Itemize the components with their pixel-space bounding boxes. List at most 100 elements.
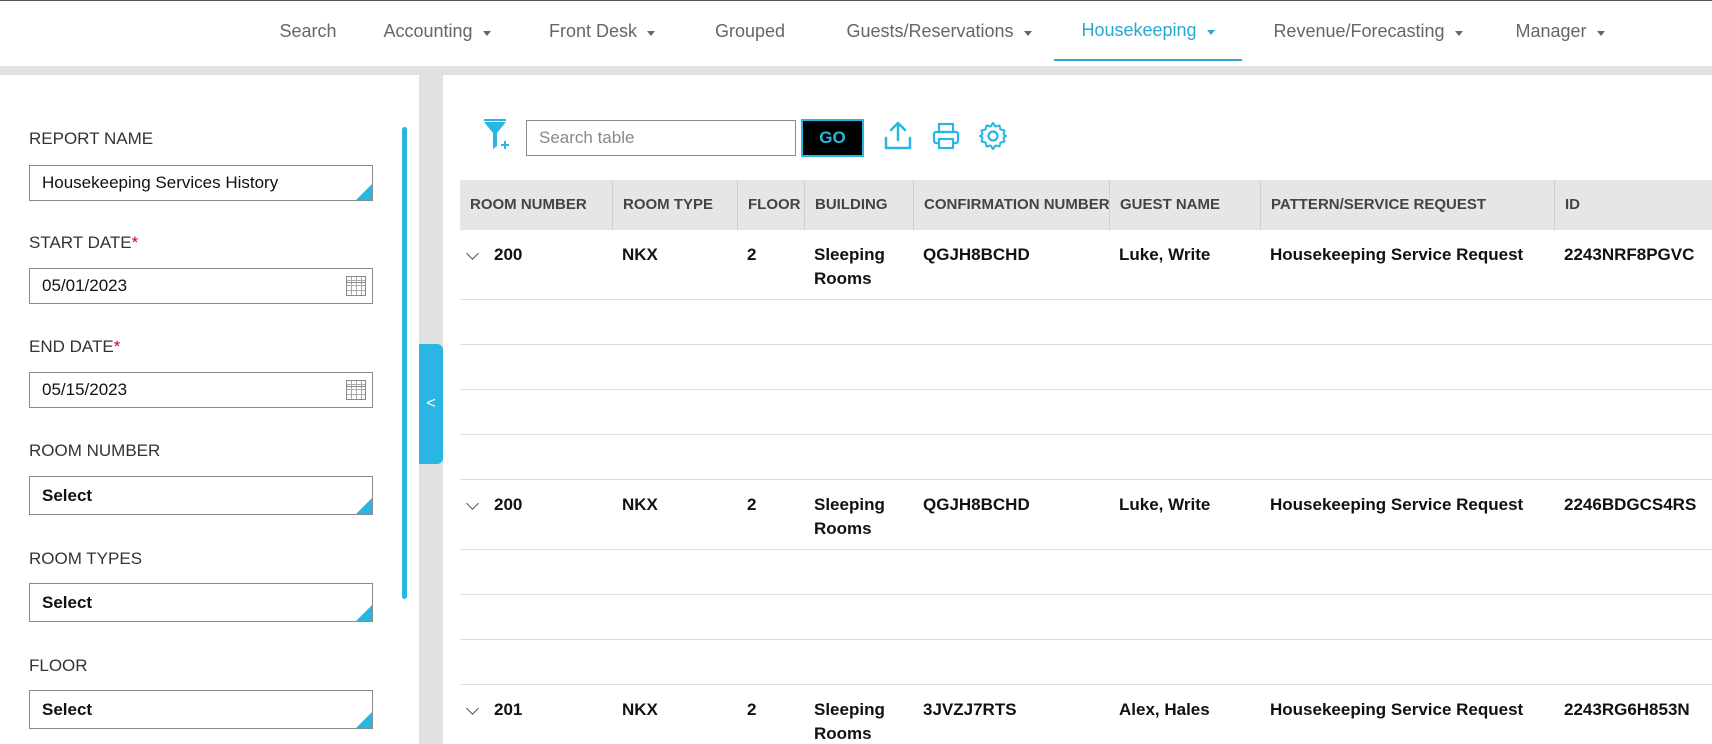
cell-room-type: NKX — [622, 700, 658, 719]
column-header-floor[interactable]: FLOOR — [737, 180, 804, 230]
cell-room-number: 200 — [494, 245, 523, 264]
cell-confirmation-number: 3JVZJ7RTS — [923, 700, 1017, 719]
dropdown-corner-icon — [356, 184, 372, 200]
cell-confirmation-number: QGJH8BCHD — [923, 495, 1030, 514]
table-header: ROOM NUMBER ROOM TYPE FLOOR BUILDING CON… — [460, 180, 1712, 230]
caret-down-icon — [1206, 29, 1215, 35]
nav-manager[interactable]: Manager — [1508, 1, 1612, 61]
report-name-label: REPORT NAME — [29, 129, 154, 148]
settings-gear-icon[interactable] — [978, 121, 1008, 151]
dropdown-corner-icon — [356, 498, 372, 514]
report-content: GO ROOM NUMBER ROOM TYPE FLOOR BUILDING … — [443, 75, 1712, 744]
cell-room-type: NKX — [622, 245, 658, 264]
nav-label: Search — [279, 21, 337, 41]
table-row[interactable]: 201 NKX 2 Sleeping Rooms 3JVZJ7RTS Alex,… — [460, 685, 1712, 744]
column-header-confirmation-number[interactable]: CONFIRMATION NUMBER — [913, 180, 1110, 230]
calendar-icon[interactable] — [346, 380, 366, 400]
empty-detail-row — [460, 345, 1712, 390]
nav-label: Front Desk — [548, 21, 638, 41]
nav-front-desk[interactable]: Front Desk — [544, 1, 660, 61]
caret-down-icon — [647, 30, 656, 36]
collapse-panel-button[interactable]: < — [419, 344, 443, 464]
start-date-label: START DATE* — [29, 233, 138, 253]
floor-label: FLOOR — [29, 656, 88, 675]
caret-down-icon — [1596, 30, 1605, 36]
cell-service-request: Housekeeping Service Request — [1270, 700, 1524, 719]
nav-housekeeping[interactable]: Housekeeping — [1054, 1, 1242, 61]
nav-label: Manager — [1515, 21, 1587, 41]
nav-label: Guests/Reservations — [846, 21, 1014, 41]
nav-label: Housekeeping — [1081, 20, 1197, 40]
end-date-label: END DATE* — [29, 337, 120, 357]
cell-room-number: 201 — [494, 700, 523, 719]
nav-accounting[interactable]: Accounting — [378, 1, 496, 61]
required-marker: * — [131, 233, 139, 252]
end-date-field[interactable]: 05/15/2023 — [29, 372, 373, 408]
column-header-pattern-service-request[interactable]: PATTERN/SERVICE REQUEST — [1260, 180, 1554, 230]
empty-detail-row — [460, 640, 1712, 685]
cell-room-type: NKX — [622, 495, 658, 514]
start-date-value: 05/01/2023 — [42, 276, 128, 295]
room-types-select[interactable]: Select — [29, 583, 373, 622]
column-header-room-number[interactable]: ROOM NUMBER — [460, 180, 612, 230]
cell-service-request: Housekeeping Service Request — [1270, 245, 1524, 264]
panel-scrollbar[interactable] — [402, 127, 407, 599]
caret-down-icon — [1454, 30, 1463, 36]
empty-detail-row — [460, 595, 1712, 640]
cell-room-number: 200 — [494, 495, 523, 514]
cell-service-request: Housekeeping Service Request — [1270, 495, 1524, 514]
column-header-room-type[interactable]: ROOM TYPE — [612, 180, 737, 230]
empty-detail-row — [460, 300, 1712, 345]
empty-detail-row — [460, 390, 1712, 435]
cell-guest-name: Luke, Write — [1119, 245, 1211, 264]
report-name-field[interactable]: Housekeeping Services History — [29, 165, 373, 201]
table-row[interactable]: 200 NKX 2 Sleeping Rooms QGJH8BCHD Luke,… — [460, 230, 1712, 300]
cell-id: 2243NRF8PGVC — [1564, 245, 1695, 264]
column-header-building[interactable]: BUILDING — [804, 180, 913, 230]
cell-id: 2246BDGCS4RS — [1564, 495, 1697, 514]
cell-guest-name: Alex, Hales — [1119, 700, 1210, 719]
expand-chevron-icon[interactable] — [466, 497, 479, 510]
nav-search[interactable]: Search — [268, 1, 348, 61]
table-toolbar: GO — [443, 75, 1712, 175]
cell-building: Sleeping Rooms — [814, 495, 885, 538]
empty-detail-row — [460, 435, 1712, 480]
cell-building: Sleeping Rooms — [814, 245, 885, 288]
filter-panel: REPORT NAME Housekeeping Services Histor… — [0, 75, 419, 744]
end-date-label-text: END DATE — [29, 337, 114, 356]
column-header-id[interactable]: ID — [1554, 180, 1712, 230]
dropdown-corner-icon — [356, 712, 372, 728]
room-types-value: Select — [42, 593, 93, 612]
report-table: ROOM NUMBER ROOM TYPE FLOOR BUILDING CON… — [460, 180, 1712, 744]
nav-divider — [0, 66, 1712, 75]
room-number-label: ROOM NUMBER — [29, 441, 161, 460]
cell-floor: 2 — [747, 495, 757, 514]
report-name-value: Housekeeping Services History — [42, 173, 279, 192]
cell-floor: 2 — [747, 245, 757, 264]
cell-guest-name: Luke, Write — [1119, 495, 1211, 514]
column-header-guest-name[interactable]: GUEST NAME — [1109, 180, 1260, 230]
expand-chevron-icon[interactable] — [466, 247, 479, 260]
start-date-field[interactable]: 05/01/2023 — [29, 268, 373, 304]
collapse-chevron-icon: < — [426, 395, 436, 412]
go-button[interactable]: GO — [801, 119, 864, 157]
expand-chevron-icon[interactable] — [466, 702, 479, 715]
nav-label: Accounting — [383, 21, 473, 41]
room-number-value: Select — [42, 486, 93, 505]
nav-grouped[interactable]: Grouped — [705, 1, 795, 61]
table-row[interactable]: 200 NKX 2 Sleeping Rooms QGJH8BCHD Luke,… — [460, 480, 1712, 550]
required-marker: * — [113, 337, 121, 356]
print-icon[interactable] — [931, 121, 961, 151]
nav-revenue-forecasting[interactable]: Revenue/Forecasting — [1270, 1, 1466, 61]
nav-label: Grouped — [714, 21, 786, 41]
nav-guests-reservations[interactable]: Guests/Reservations — [846, 1, 1032, 61]
export-icon[interactable] — [883, 120, 913, 152]
floor-value: Select — [42, 700, 93, 719]
room-number-select[interactable]: Select — [29, 476, 373, 515]
cell-floor: 2 — [747, 700, 757, 719]
calendar-icon[interactable] — [346, 276, 366, 296]
cell-building: Sleeping Rooms — [814, 700, 885, 743]
search-table-input[interactable] — [526, 120, 796, 156]
add-filter-icon[interactable] — [481, 118, 511, 152]
floor-select[interactable]: Select — [29, 690, 373, 729]
